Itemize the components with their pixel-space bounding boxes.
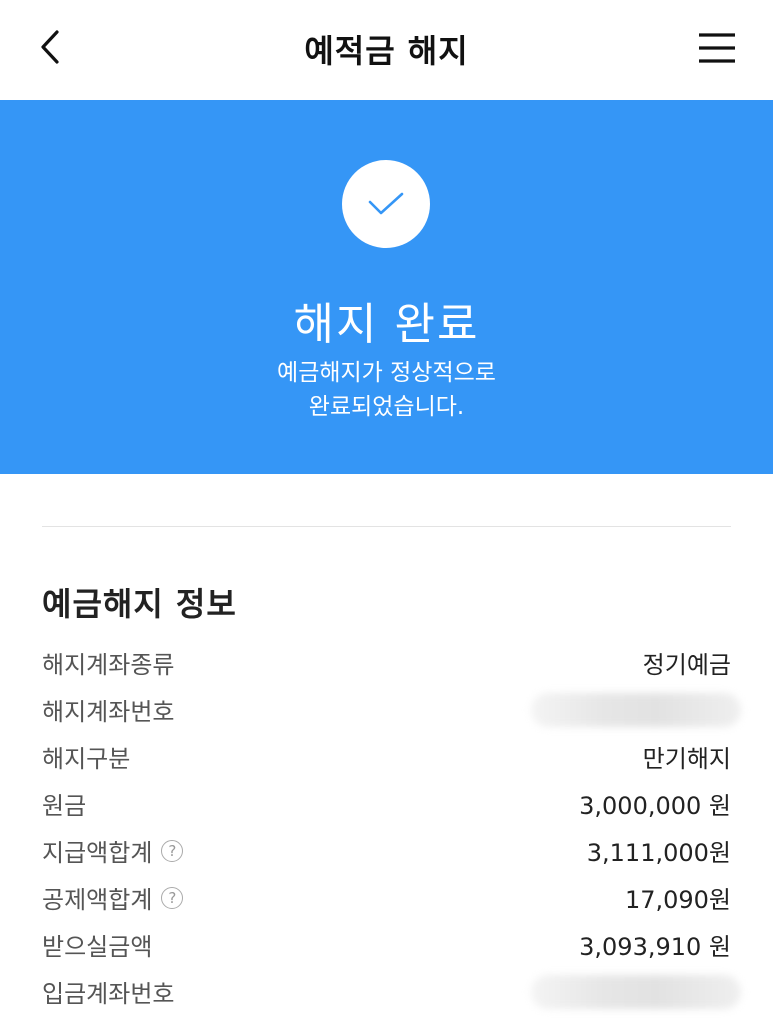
redacted-deposit-account xyxy=(531,974,741,1009)
info-value: 정기예금 xyxy=(642,651,731,679)
info-label: 해지계좌종류 xyxy=(42,651,175,679)
info-label: 공제액합계 ? xyxy=(42,880,184,915)
app-header: 예적금 해지 xyxy=(0,0,773,100)
completion-message-line2: 완료되었습니다. xyxy=(308,394,465,420)
info-value: 3,111,000원 xyxy=(586,839,731,867)
info-row-received-amount: 받으실금액 3,093,910 원 xyxy=(42,921,731,968)
info-label: 원금 xyxy=(42,792,87,820)
menu-button[interactable] xyxy=(697,30,737,66)
info-row-deposit-account: 입금계좌번호 xyxy=(42,968,741,1015)
info-section-title: 예금해지 정보 xyxy=(42,585,237,623)
info-row-deduction-total: 공제액합계 ? 17,090원 xyxy=(42,874,731,921)
info-label: 받으실금액 xyxy=(42,933,153,961)
info-value: 17,090원 xyxy=(624,886,731,914)
info-row-account-type: 해지계좌종류 정기예금 xyxy=(42,639,731,686)
termination-info-list: 해지계좌종류 정기예금 해지계좌번호 해지구분 만기해지 원금 3,000,00… xyxy=(42,639,741,1015)
info-row-payment-total: 지급액합계 ? 3,111,000원 xyxy=(42,827,731,874)
info-label-text: 공제액합계 xyxy=(42,886,153,914)
question-circle-icon[interactable]: ? xyxy=(161,886,184,909)
completion-banner: 해지 완료 예금해지가 정상적으로 완료되었습니다. xyxy=(0,100,773,474)
question-circle-icon[interactable]: ? xyxy=(161,839,184,862)
info-label-text: 지급액합계 xyxy=(42,839,153,867)
success-badge xyxy=(342,160,430,248)
info-value: 3,093,910 원 xyxy=(579,933,731,961)
info-row-termination-type: 해지구분 만기해지 xyxy=(42,733,731,780)
completion-title: 해지 완료 xyxy=(293,299,480,350)
info-label: 입금계좌번호 xyxy=(42,980,175,1008)
section-divider xyxy=(42,526,731,527)
completion-message: 예금해지가 정상적으로 완료되었습니다. xyxy=(0,356,773,424)
hamburger-menu-icon xyxy=(699,33,735,63)
checkmark-icon xyxy=(368,192,404,215)
info-value: 3,000,000 원 xyxy=(579,792,731,820)
info-label: 해지구분 xyxy=(42,745,131,773)
redacted-account-number xyxy=(531,692,741,727)
info-label: 지급액합계 ? xyxy=(42,833,184,868)
completion-message-line1: 예금해지가 정상적으로 xyxy=(277,360,496,386)
info-row-principal: 원금 3,000,000 원 xyxy=(42,780,731,827)
info-value: 만기해지 xyxy=(642,745,731,773)
info-label: 해지계좌번호 xyxy=(42,698,175,726)
page-title: 예적금 해지 xyxy=(304,32,469,70)
info-row-account-number: 해지계좌번호 xyxy=(42,686,741,733)
